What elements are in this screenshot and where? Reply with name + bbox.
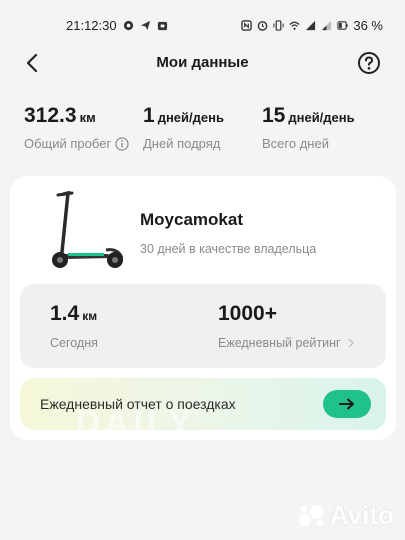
- stat-value: 1.4: [50, 302, 80, 325]
- stat-value: 1000+: [218, 302, 277, 325]
- stat-label: Общий пробег: [24, 136, 112, 151]
- battery-percent: 36 %: [353, 18, 383, 33]
- summary-stats: 312.3 км Общий пробег 1 дней/день Дней под…: [0, 104, 405, 156]
- stat-value-row: 1 дней/день: [143, 104, 224, 128]
- send-icon: [140, 20, 150, 31]
- vibrate-icon: [273, 20, 284, 31]
- status-bar-left: 21:12:30: [66, 18, 168, 33]
- battery-icon: [337, 21, 348, 30]
- stat-label: Ежедневный рейтинг: [218, 336, 341, 350]
- signal-icon: [306, 20, 316, 31]
- chat-icon: [123, 20, 133, 31]
- wifi-icon: [289, 21, 300, 30]
- report-arrow-button[interactable]: [323, 390, 371, 418]
- status-bar-right: 36 %: [241, 18, 383, 33]
- header: Мои данные: [0, 44, 405, 82]
- avito-text: Avito: [330, 500, 395, 530]
- nfc-icon: [241, 20, 253, 31]
- shop-icon: [157, 21, 167, 31]
- stat-label-row: Всего дней: [262, 136, 355, 151]
- stat-label-row: Общий пробег: [24, 136, 129, 151]
- scooter-card: Moycamokat 30 дней в качестве владельца …: [10, 176, 396, 440]
- stat-label: Всего дней: [262, 136, 329, 151]
- info-icon[interactable]: [115, 136, 129, 151]
- stat-value-row: 1.4 км: [50, 302, 98, 326]
- stat-value: 1: [143, 104, 155, 127]
- stat-value-row: 1000+: [218, 302, 355, 326]
- stat-streak-days: 1 дней/день Дней подряд: [143, 104, 224, 151]
- question-circle-icon[interactable]: [357, 51, 381, 75]
- stat-today: 1.4 км Сегодня: [50, 302, 98, 350]
- page-title: Мои данные: [156, 54, 249, 71]
- report-label: Ежедневный отчет о поездках: [40, 396, 236, 412]
- stat-total-days: 15 дней/день Всего дней: [262, 104, 355, 151]
- status-bar: 21:12:30 36 %: [0, 0, 405, 40]
- daily-stats-panel: 1.4 км Сегодня 1000+ Ежедневный рейтинг: [20, 284, 386, 368]
- stat-unit: км: [82, 309, 98, 323]
- stat-value-row: 15 дней/день: [262, 104, 355, 128]
- stat-unit: дней/день: [288, 110, 355, 125]
- stat-value: 15: [262, 104, 286, 127]
- stat-value: 312.3: [24, 104, 77, 127]
- scooter-name: Moycamokat: [140, 210, 243, 229]
- daily-rating-link[interactable]: 1000+ Ежедневный рейтинг: [218, 302, 355, 350]
- arrow-right-icon: [339, 398, 354, 410]
- stat-label-row: Ежедневный рейтинг: [218, 336, 355, 350]
- scooter-image: [52, 190, 124, 268]
- stat-label-row: Сегодня: [50, 336, 98, 350]
- daily-report-button[interactable]: DAILY Ежедневный отчет о поездках: [20, 378, 386, 430]
- avito-logo-icon: [299, 504, 324, 526]
- stat-value-row: 312.3 км: [24, 104, 129, 128]
- stat-unit: дней/день: [157, 110, 224, 125]
- avito-watermark: Avito: [298, 500, 394, 531]
- stat-total-distance: 312.3 км Общий пробег: [24, 104, 129, 151]
- scooter-ownership: 30 дней в качестве владельца: [140, 242, 317, 256]
- alarm-icon: [258, 21, 268, 31]
- stat-unit: км: [79, 110, 96, 125]
- stat-label: Сегодня: [50, 336, 98, 350]
- stat-label-row: Дней подряд: [143, 136, 224, 151]
- status-time: 21:12:30: [66, 18, 117, 33]
- stat-label: Дней подряд: [143, 136, 221, 151]
- chevron-right-icon: [348, 338, 354, 348]
- signal-icon: [322, 20, 332, 31]
